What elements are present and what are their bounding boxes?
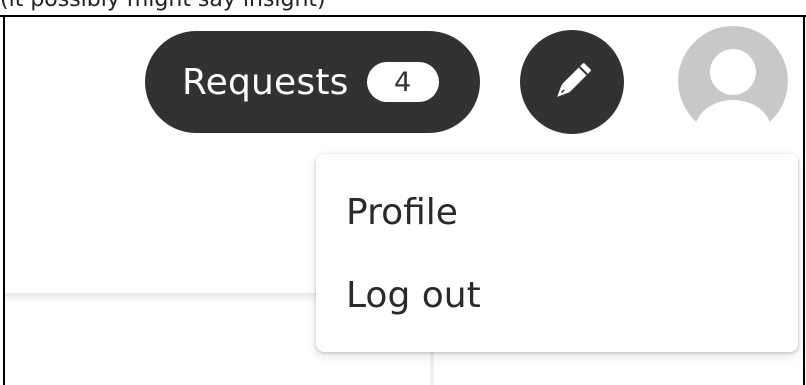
top-clipped-text-strip: (it possibly might say insight) [0, 0, 806, 16]
requests-label: Requests [182, 61, 349, 103]
requests-button[interactable]: Requests 4 [145, 31, 480, 133]
clipped-caption: (it possibly might say insight) [0, 0, 326, 12]
frame-left-border [3, 15, 5, 385]
user-dropdown-menu: Profile Log out [316, 154, 798, 352]
requests-count-badge: 4 [366, 62, 439, 102]
app-frame: (it possibly might say insight) Requests… [0, 0, 806, 385]
menu-item-profile[interactable]: Profile [346, 192, 458, 233]
edit-button[interactable] [520, 30, 624, 134]
pencil-icon [557, 63, 591, 97]
frame-right-border [803, 15, 805, 385]
frame-top-border [0, 15, 806, 17]
default-avatar-icon [678, 26, 788, 136]
menu-item-log-out[interactable]: Log out [346, 275, 481, 316]
user-avatar[interactable] [678, 26, 788, 136]
